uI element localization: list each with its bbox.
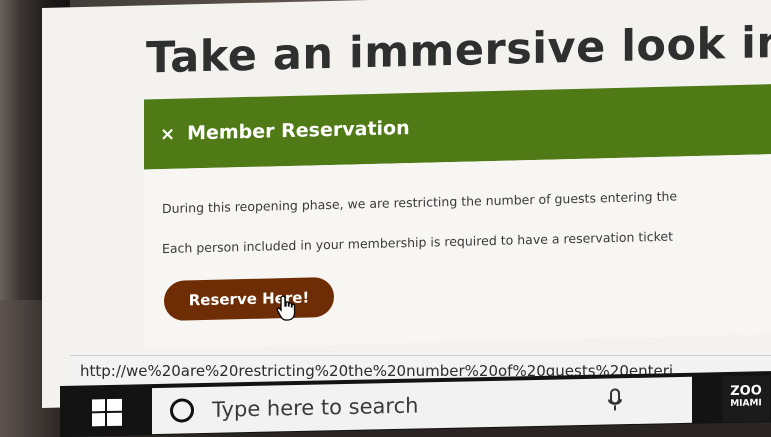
cortana-circle-icon (170, 398, 194, 423)
page-headline: Take an immersive look inside (146, 15, 771, 84)
search-placeholder: Type here to search (212, 393, 419, 422)
hand-pointer-icon (276, 295, 296, 321)
zoo-miami-logo: ZOO MIAMI (722, 375, 770, 423)
windows-logo-icon[interactable] (92, 398, 122, 428)
reservation-paragraph-2: Each person included in your membership … (162, 228, 674, 257)
reservation-paragraph-1: During this reopening phase, we are rest… (162, 188, 678, 217)
reservation-panel-title: Member Reservation (187, 117, 410, 145)
logo-line-1: ZOO (730, 383, 762, 399)
microphone-icon[interactable] (608, 388, 622, 412)
browser-page: Take an immersive look inside × Member R… (42, 0, 771, 408)
taskbar-search-box[interactable]: Type here to search (152, 376, 692, 435)
reserve-here-button[interactable]: Reserve Here! (164, 276, 334, 322)
logo-line-2: MIAMI (730, 398, 762, 409)
close-icon[interactable]: × (160, 123, 175, 144)
reservation-panel-body: During this reopening phase, we are rest… (144, 153, 771, 350)
